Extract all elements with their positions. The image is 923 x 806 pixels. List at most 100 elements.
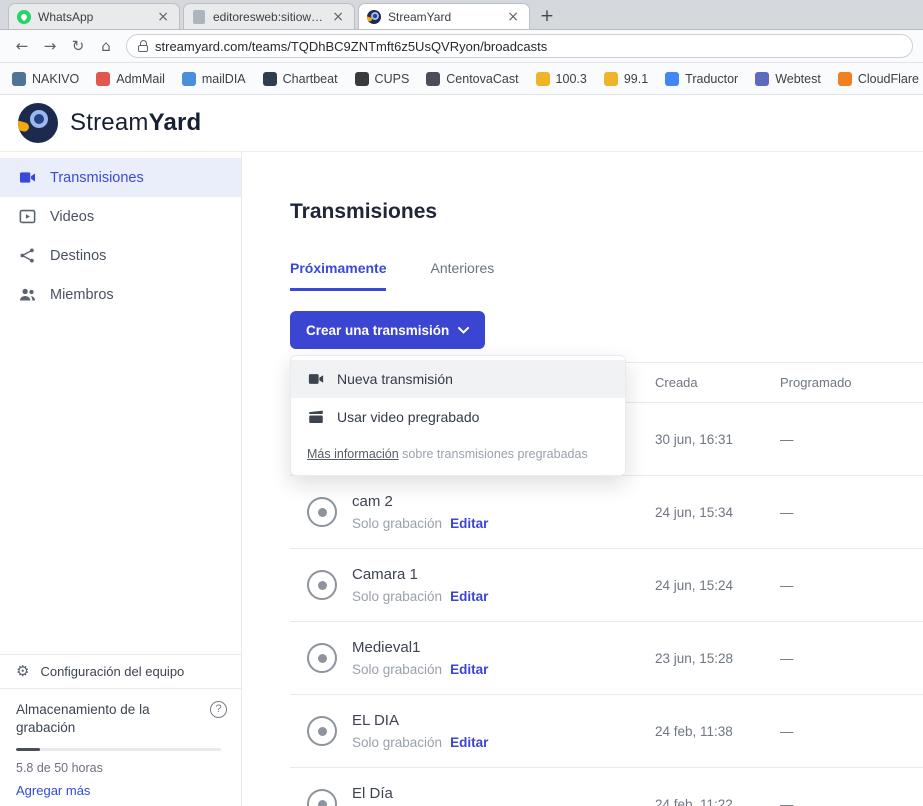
create-broadcast-label: Crear una transmisión [306,323,449,338]
menu-item-label: Usar video pregrabado [337,409,479,425]
tab-close-icon[interactable]: × [155,10,171,24]
broadcast-name-cell: cam 2 Solo grabaciónEditar [290,493,655,531]
sidebar: Transmisiones Videos Destinos Miembros ⚙… [0,152,242,806]
bookmark-nakivo[interactable]: NAKIVO [12,72,79,86]
sidebar-item-label: Destinos [50,248,106,264]
broadcast-subtitle: Solo grabación [352,662,442,677]
forward-icon[interactable]: → [38,34,62,58]
sidebar-item-label: Transmisiones [50,170,144,186]
team-settings-button[interactable]: ⚙ Configuración del equipo [0,654,241,688]
address-bar[interactable]: streamyard.com/teams/TQDhBC9ZNTmft6z5UsQ… [126,34,913,58]
video-camera-icon [307,370,325,388]
bookmark-label: CUPS [375,72,410,86]
browser-tab-whatsapp[interactable]: WhatsApp × [8,3,180,29]
broadcast-subtitle: Solo grabación [352,589,442,604]
tab-close-icon[interactable]: × [505,10,521,24]
bookmark-99-1[interactable]: 99.1 [604,72,648,86]
tab-title: WhatsApp [38,10,148,24]
table-row: Medieval1 Solo grabaciónEditar 23 jun, 1… [290,622,923,695]
edit-link[interactable]: Editar [450,516,488,531]
bookmark-label: Webtest [775,72,821,86]
help-icon[interactable]: ? [210,701,227,718]
brand-stream: Stream [70,109,149,136]
reload-icon[interactable]: ↻ [66,34,90,58]
brand-yard: Yard [149,109,202,136]
broadcast-title: cam 2 [352,493,393,510]
created-cell: 24 jun, 15:34 [655,505,780,520]
bookmark-admmail[interactable]: AdmMail [96,72,165,86]
created-cell: 23 jun, 15:28 [655,651,780,666]
edit-link[interactable]: Editar [450,735,488,750]
scheduled-cell: — [780,651,923,666]
bookmark-cloudflare[interactable]: CloudFlare [838,72,919,86]
bookmark-100-3[interactable]: 100.3 [536,72,587,86]
back-icon[interactable]: ← [10,34,34,58]
browser-tab-streamyard[interactable]: StreamYard × [358,3,530,29]
create-broadcast-button[interactable]: Crear una transmisión [290,311,485,349]
streamyard-logo-icon [18,103,58,143]
menu-item-label: Nueva transmisión [337,371,453,387]
broadcast-name-cell: Camara 1 Solo grabaciónEditar [290,566,655,604]
sidebar-item-destinos[interactable]: Destinos [0,236,241,275]
broadcast-name-cell: EL DIA Solo grabaciónEditar [290,712,655,750]
scheduled-cell: — [780,505,923,520]
scheduled-cell: — [780,432,923,447]
bookmark-label: 100.3 [556,72,587,86]
bookmark-icon [355,72,369,86]
edit-link[interactable]: Editar [450,662,488,677]
record-icon [307,570,337,600]
broadcast-title: EL DIA [352,712,399,729]
menu-item-new-broadcast[interactable]: Nueva transmisión [291,360,625,398]
add-more-link[interactable]: Agregar más [16,783,225,798]
bookmark-icon [182,72,196,86]
menu-info: Más información sobre transmisiones preg… [291,436,625,475]
sidebar-item-videos[interactable]: Videos [0,197,241,236]
share-icon [18,246,37,265]
lock-icon [138,45,148,52]
menu-item-prerecorded-video[interactable]: Usar video pregrabado [291,398,625,436]
bookmark-icon [604,72,618,86]
more-info-link[interactable]: Más información [307,447,399,461]
chevron-down-icon [458,327,469,334]
bookmark-maildia[interactable]: mailDIA [182,72,246,86]
bookmark-label: CentovaCast [446,72,518,86]
bookmark-icon [755,72,769,86]
sidebar-item-miembros[interactable]: Miembros [0,275,241,314]
browser-tab-editoresweb[interactable]: editoresweb:sitioweb:eldia.co × [183,3,355,29]
bookmark-icon [665,72,679,86]
bookmark-webtest[interactable]: Webtest [755,72,821,86]
created-cell: 24 feb, 11:22 [655,797,780,806]
bookmark-cups[interactable]: CUPS [355,72,410,86]
menu-info-rest: sobre transmisiones pregrabadas [399,447,588,461]
column-created: Creada [655,375,780,390]
app-header: StreamYard [0,95,923,152]
sidebar-bottom: ⚙ Configuración del equipo Almacenamient… [0,654,241,806]
sidebar-item-transmisiones[interactable]: Transmisiones [0,158,241,197]
bookmark-icon [838,72,852,86]
page-icon [193,10,205,24]
created-cell: 30 jun, 16:31 [655,432,780,447]
new-tab-button[interactable]: + [533,3,561,29]
tab-close-icon[interactable]: × [330,10,346,24]
created-cell: 24 jun, 15:24 [655,578,780,593]
tab-proximamente[interactable]: Próximamente [290,260,386,291]
tab-anteriores[interactable]: Anteriores [430,260,494,291]
scheduled-cell: — [780,797,923,806]
bookmark-chartbeat[interactable]: Chartbeat [263,72,338,86]
gear-icon: ⚙ [16,662,29,680]
edit-link[interactable]: Editar [450,589,488,604]
created-cell: 24 feb, 11:38 [655,724,780,739]
bookmark-centovacast[interactable]: CentovaCast [426,72,518,86]
broadcast-name-cell: El Día [290,785,655,806]
bookmark-traductor[interactable]: Traductor [665,72,738,86]
people-icon [18,285,37,304]
team-settings-label: Configuración del equipo [40,664,184,679]
record-icon [307,643,337,673]
bookmark-icon [12,72,26,86]
broadcast-name-cell: Medieval1 Solo grabaciónEditar [290,639,655,677]
scheduled-cell: — [780,578,923,593]
broadcast-tabs: Próximamente Anteriores [290,260,923,291]
home-icon[interactable]: ⌂ [94,34,118,58]
bookmark-label: Chartbeat [283,72,338,86]
bookmark-label: mailDIA [202,72,246,86]
